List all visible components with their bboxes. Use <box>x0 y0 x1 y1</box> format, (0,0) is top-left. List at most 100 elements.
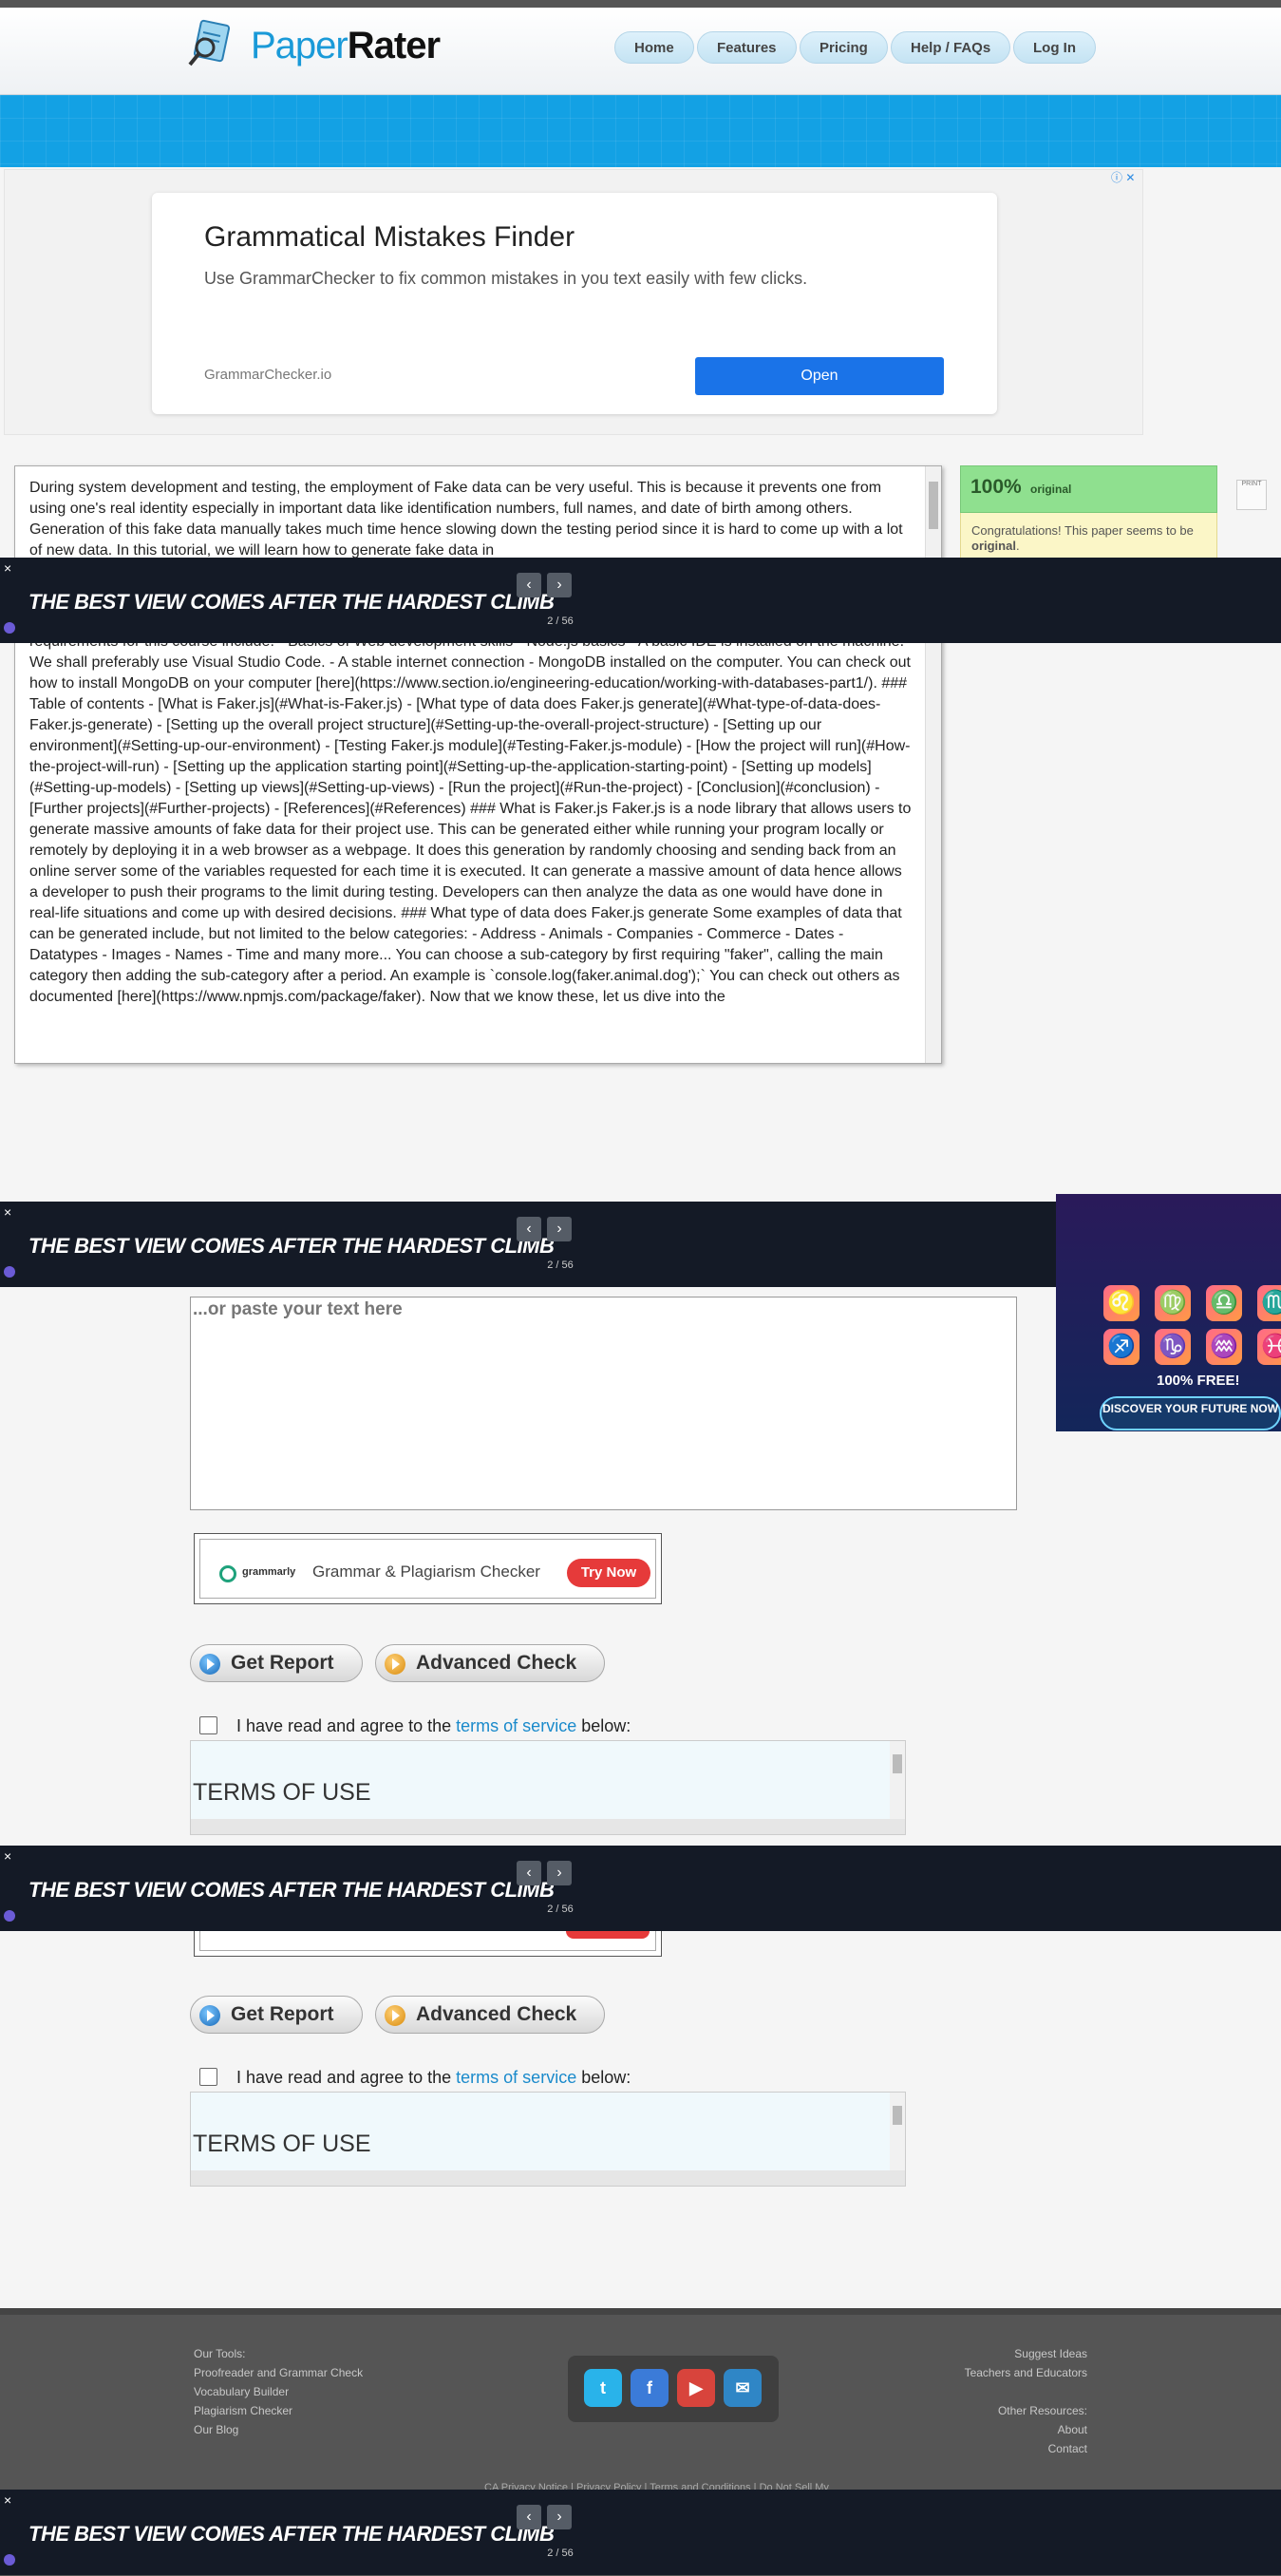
originality-message-suffix: . <box>1015 539 1020 553</box>
terms-vertical-scrollbar[interactable] <box>890 1741 905 1821</box>
twitter-icon[interactable]: t <box>584 2369 622 2407</box>
terms-vertical-scrollbar[interactable] <box>890 2093 905 2172</box>
hero-band <box>0 95 1281 167</box>
banner-next-button[interactable]: › <box>547 1861 572 1885</box>
footer-link-plagiarism[interactable]: Plagiarism Checker <box>194 2404 292 2417</box>
zodiac-capricorn-icon: ♑ <box>1155 1329 1191 1365</box>
ad-domain: GrammarChecker.io <box>204 367 332 383</box>
terms-horizontal-scrollbar[interactable] <box>191 1819 905 1834</box>
banner-prev-button[interactable]: ‹ <box>517 1217 541 1241</box>
nav-log-in[interactable]: Log In <box>1013 31 1096 64</box>
essay-scrollbar[interactable] <box>925 466 941 1063</box>
terms-box[interactable]: TERMS OF USE <box>190 2092 906 2187</box>
grammarly-text: Grammar & Plagiarism Checker <box>312 1563 540 1581</box>
agree-prefix: I have read and agree to the <box>236 2068 457 2087</box>
zodiac-aquarius-icon: ♒ <box>1206 1329 1242 1365</box>
close-icon[interactable]: × <box>4 2493 11 2507</box>
footer-link-teachers[interactable]: Teachers and Educators <box>897 2366 1087 2379</box>
get-report-label: Get Report <box>231 2003 334 2025</box>
zodiac-free-text: 100% FREE! <box>1157 1373 1240 1389</box>
footer-resources-heading: Other Resources: <box>997 2404 1087 2417</box>
footer-link-vocabulary[interactable]: Vocabulary Builder <box>194 2385 289 2398</box>
banner-logo-icon[interactable] <box>4 1910 15 1922</box>
essay-content: During system development and testing, t… <box>29 478 913 1005</box>
play-icon <box>385 2005 405 2026</box>
close-icon[interactable]: × <box>4 1849 11 1863</box>
ad-title[interactable]: Grammatical Mistakes Finder <box>204 221 575 254</box>
advanced-check-label: Advanced Check <box>416 2003 577 2025</box>
grammarly-ad[interactable]: grammarly Grammar & Plagiarism Checker T… <box>194 1533 662 1604</box>
terms-of-service-link[interactable]: terms of service <box>456 2068 576 2087</box>
grammarly-try-now-button[interactable] <box>566 1931 650 1939</box>
agree-prefix: I have read and agree to the <box>236 1716 457 1735</box>
footer-link-about[interactable]: About <box>897 2423 1087 2436</box>
originality-message-prefix: Congratulations! This paper seems to be <box>971 523 1194 538</box>
terms-scroll-thumb[interactable] <box>893 1754 902 1773</box>
advanced-check-button[interactable]: Advanced Check <box>375 1996 605 2034</box>
close-icon[interactable]: × <box>4 561 11 575</box>
paste-text-input[interactable] <box>190 1297 1017 1510</box>
agree-checkbox[interactable] <box>199 2068 217 2086</box>
nav-help-faqs[interactable]: Help / FAQs <box>891 31 1011 64</box>
social-links: t f ▶ ✉ <box>568 2356 779 2422</box>
banner-prev-button[interactable]: ‹ <box>517 573 541 597</box>
footer-link-proofreader[interactable]: Proofreader and Grammar Check <box>194 2366 363 2379</box>
get-report-button[interactable]: Get Report <box>190 1996 363 2034</box>
email-icon[interactable]: ✉ <box>724 2369 762 2407</box>
zodiac-scorpio-icon: ♏ <box>1257 1285 1281 1321</box>
banner-logo-icon[interactable] <box>4 2554 15 2566</box>
zodiac-cta-button[interactable]: DISCOVER YOUR FUTURE NOW <box>1100 1396 1281 1430</box>
banner-logo-icon[interactable] <box>4 1266 15 1278</box>
banner-title: THE BEST VIEW COMES AFTER THE HARDEST CL… <box>28 590 555 614</box>
advanced-check-button[interactable]: Advanced Check <box>375 1644 605 1682</box>
originality-percent: 100% <box>970 476 1022 498</box>
nav-home[interactable]: Home <box>614 31 694 64</box>
banner-prev-button[interactable]: ‹ <box>517 2505 541 2529</box>
banner-next-button[interactable]: › <box>547 573 572 597</box>
play-icon <box>385 1654 405 1675</box>
site-logo[interactable]: PaperRater <box>251 25 441 67</box>
footer-link-suggest-ideas[interactable]: Suggest Ideas <box>950 2347 1087 2360</box>
terms-of-service-link[interactable]: terms of service <box>456 1716 576 1735</box>
close-icon[interactable]: × <box>4 1205 11 1219</box>
banner-next-button[interactable]: › <box>547 1217 572 1241</box>
essay-text-area[interactable]: During system development and testing, t… <box>14 465 942 1064</box>
terms-scroll-thumb[interactable] <box>893 2106 902 2125</box>
agree-suffix: below: <box>576 2068 631 2087</box>
banner-next-button[interactable]: › <box>547 2505 572 2529</box>
get-report-button[interactable]: Get Report <box>190 1644 363 1682</box>
footer-link-blog[interactable]: Our Blog <box>194 2423 238 2436</box>
footer-link-contact[interactable]: Contact <box>897 2442 1087 2455</box>
paperrater-logo-icon[interactable] <box>186 19 235 68</box>
originality-message-bold: original <box>971 539 1016 553</box>
overlay-banner: × THE BEST VIEW COMES AFTER THE HARDEST … <box>0 1846 1281 1931</box>
banner-logo-icon[interactable] <box>4 622 15 634</box>
nav-features[interactable]: Features <box>697 31 797 64</box>
banner-counter: 2 / 56 <box>547 2548 574 2559</box>
zodiac-ad[interactable]: ♌ ♍ ♎ ♏ ♐ ♑ ♒ ♓ 100% FREE! DISCOVER YOUR… <box>1056 1194 1281 1431</box>
facebook-icon[interactable]: f <box>631 2369 669 2407</box>
youtube-icon[interactable]: ▶ <box>677 2369 715 2407</box>
agree-checkbox[interactable] <box>199 1716 217 1734</box>
agree-suffix: below: <box>576 1716 631 1735</box>
logo-part-rater: Rater <box>347 25 441 66</box>
ad-description: Use GrammarChecker to fix common mistake… <box>204 269 808 288</box>
grammarly-logo-icon <box>219 1565 236 1582</box>
zodiac-sagittarius-icon: ♐ <box>1103 1329 1140 1365</box>
grammarly-ad-partial[interactable] <box>194 1931 662 1957</box>
grammarly-try-now-button[interactable]: Try Now <box>567 1559 650 1587</box>
nav-pricing[interactable]: Pricing <box>800 31 888 64</box>
agree-text: I have read and agree to the terms of se… <box>236 1716 631 1736</box>
print-label: PRINT <box>1241 481 1262 487</box>
ad-open-button[interactable]: Open <box>695 357 944 395</box>
essay-scroll-thumb[interactable] <box>929 482 938 529</box>
originality-message: Congratulations! This paper seems to be … <box>971 523 1209 554</box>
zodiac-virgo-icon: ♍ <box>1155 1285 1191 1321</box>
terms-box[interactable]: TERMS OF USE <box>190 1740 906 1835</box>
adchoices-icon[interactable]: ⓘ ✕ <box>1111 169 1140 184</box>
print-icon[interactable]: PRINT <box>1236 480 1267 510</box>
essay-text-main: requirements for this course include: - … <box>29 634 912 1005</box>
overlay-banner: × THE BEST VIEW COMES AFTER THE HARDEST … <box>0 2490 1281 2575</box>
banner-prev-button[interactable]: ‹ <box>517 1861 541 1885</box>
terms-horizontal-scrollbar[interactable] <box>191 2170 905 2186</box>
